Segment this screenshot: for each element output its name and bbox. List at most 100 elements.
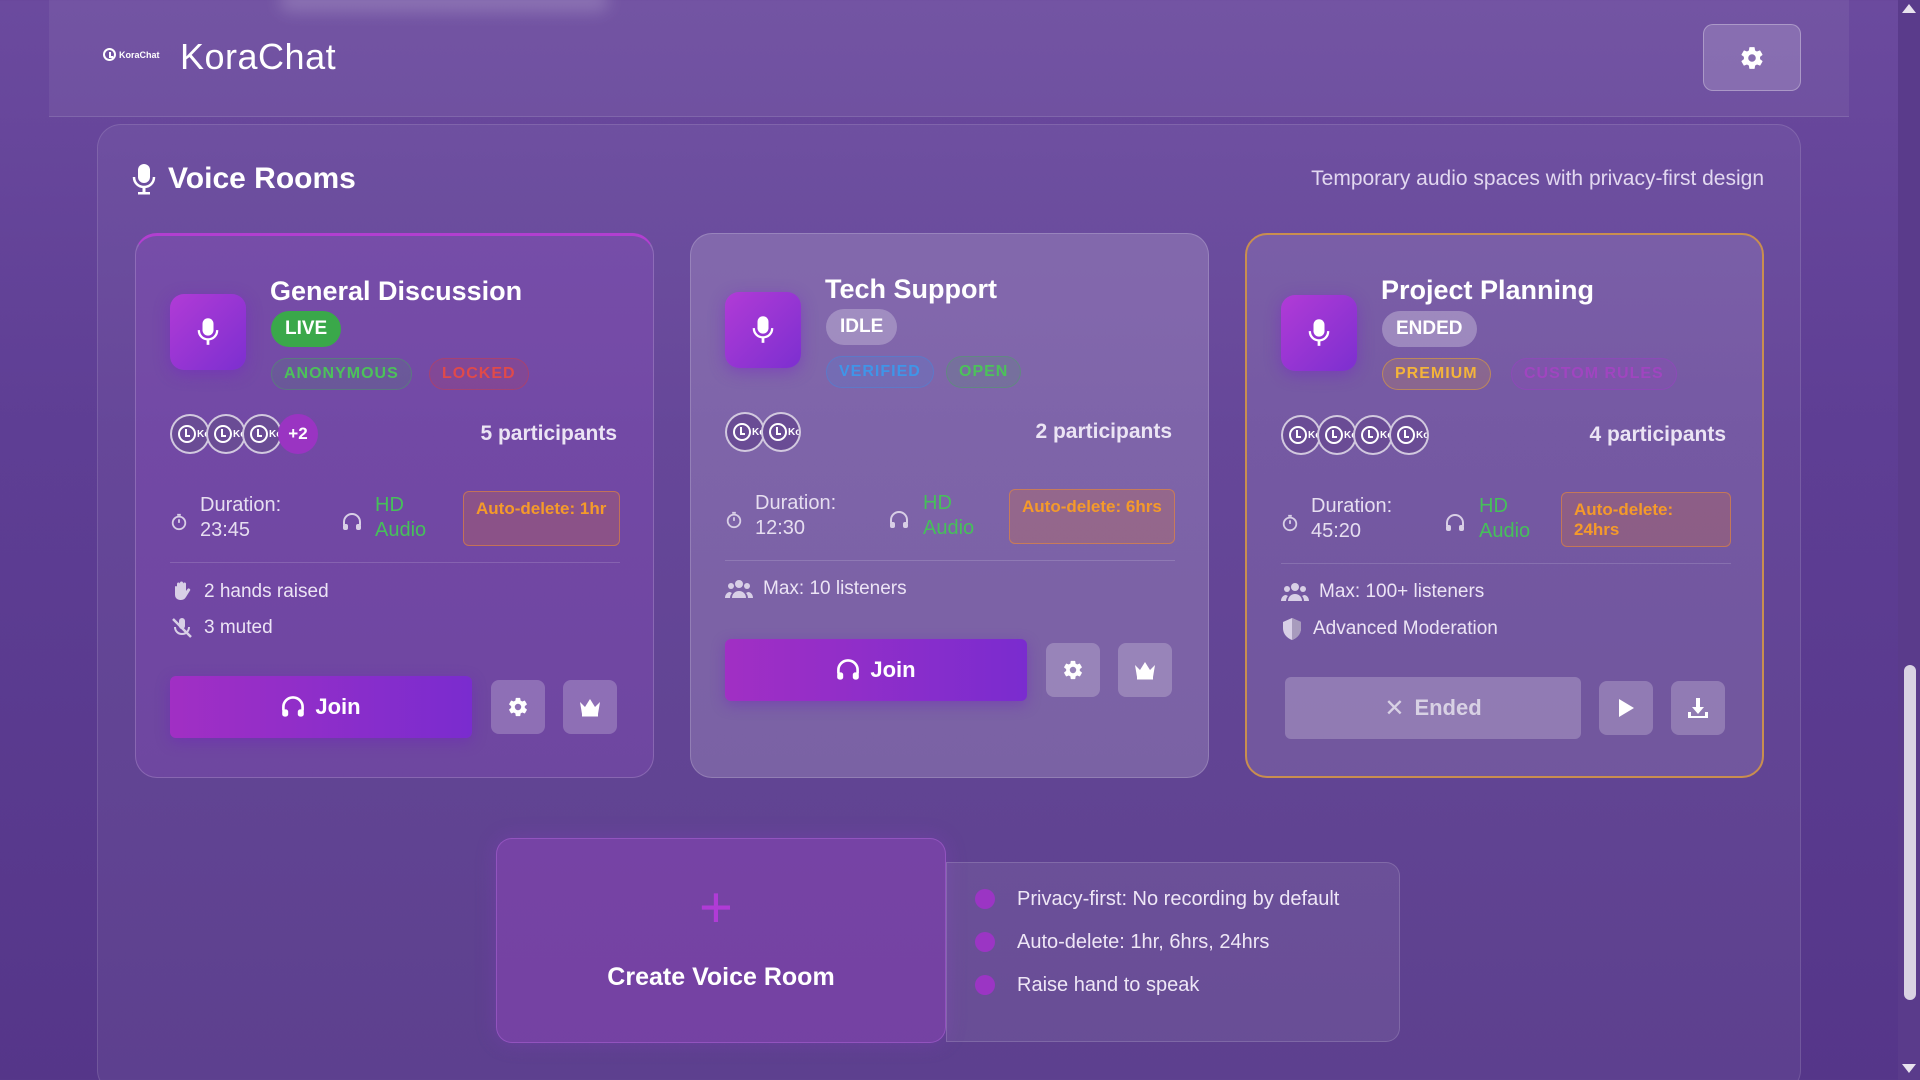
participant-avatars[interactable]: Ko Ko (725, 412, 801, 452)
privacy-shield-icon (975, 889, 995, 909)
user-icon (178, 425, 196, 443)
settings-button[interactable] (1703, 24, 1801, 91)
avatar: Ko (761, 412, 801, 452)
host-controls-button[interactable] (1118, 643, 1172, 697)
user-icon (1361, 426, 1379, 444)
download-button[interactable] (1671, 681, 1725, 735)
avatar: Ko (242, 414, 282, 454)
user-icon (1325, 426, 1343, 444)
scroll-up-arrow-icon[interactable] (1902, 4, 1916, 13)
ended-button[interactable]: ✕ Ended (1285, 677, 1581, 739)
users-icon (725, 580, 753, 598)
feature-advanced-moderation: Advanced Moderation (1281, 617, 1498, 641)
user-icon (1397, 426, 1415, 444)
participant-count: 5 participants (480, 422, 617, 445)
scrollbar-thumb[interactable] (1904, 665, 1916, 1000)
create-voice-room-label: Create Voice Room (607, 963, 835, 991)
participant-avatars[interactable]: Ko Ko Ko +2 (170, 414, 318, 454)
gear-icon (1064, 660, 1082, 680)
download-icon (1688, 698, 1708, 718)
room-mic-badge (170, 294, 246, 370)
gear-icon (509, 697, 527, 717)
room-meta: Duration: 45:20 HD Audio Auto-delete: 24h… (1281, 492, 1731, 554)
divider (170, 562, 620, 563)
mic-off-icon (172, 618, 192, 638)
room-card-general-discussion[interactable]: General Discussion LIVE ANONYMOUS LOCKED… (135, 233, 654, 778)
create-voice-room-button[interactable]: + Create Voice Room (496, 838, 946, 1043)
microphone-icon (197, 318, 219, 345)
plus-icon: + (699, 875, 733, 940)
tag-custom-rules: CUSTOM RULES (1511, 358, 1677, 390)
logo-icon (103, 48, 116, 61)
user-icon (214, 425, 232, 443)
avatar: Ko (170, 414, 210, 454)
timer-icon (171, 513, 187, 531)
room-mic-badge (725, 292, 801, 368)
user-icon (769, 423, 787, 441)
tag-anonymous: ANONYMOUS (271, 358, 412, 390)
room-name: Tech Support (825, 274, 997, 304)
tag-premium: PREMIUM (1382, 358, 1491, 390)
feature-max-listeners: Max: 100+ listeners (1281, 581, 1484, 603)
feature-muted: 3 muted (170, 616, 273, 640)
vertical-scrollbar[interactable] (1898, 0, 1920, 1080)
user-icon (733, 423, 751, 441)
host-controls-button[interactable] (563, 680, 617, 734)
privacy-info-panel: Privacy-first: No recording by default A… (946, 862, 1400, 1042)
play-icon (1619, 699, 1634, 717)
user-icon (250, 425, 268, 443)
duration: Duration: 23:45 (200, 494, 282, 541)
room-mic-badge (1281, 295, 1357, 371)
headphones-icon (837, 659, 860, 680)
participant-count: 4 participants (1589, 423, 1726, 446)
auto-delete-badge: Auto-delete: 6hrs (1009, 489, 1175, 544)
status-badge-idle: IDLE (826, 309, 898, 345)
play-recording-button[interactable] (1599, 681, 1653, 735)
room-meta: Duration: 12:30 HD Audio Auto-delete: 6hr… (725, 489, 1175, 551)
header-glow (279, 0, 609, 12)
participant-avatars[interactable]: Ko Ko Ko Ko (1281, 415, 1429, 455)
tag-locked: LOCKED (429, 358, 529, 390)
crown-icon (580, 699, 600, 717)
status-badge-live: LIVE (271, 311, 342, 347)
duration: Duration: 12:30 (755, 492, 837, 539)
room-settings-button[interactable] (1046, 643, 1100, 697)
join-button[interactable]: Join (170, 676, 472, 738)
room-card-project-planning[interactable]: Project Planning ENDED PREMIUM CUSTOM RU… (1245, 233, 1764, 778)
status-badge-ended: ENDED (1382, 311, 1477, 347)
audio-quality: HD Audio (923, 492, 975, 539)
section-title: Voice Rooms (168, 162, 356, 195)
app-logo[interactable]: KoraChat (103, 48, 160, 61)
audio-quality: HD Audio (375, 494, 427, 541)
microphone-icon (132, 164, 156, 195)
privacy-info-item: Raise hand to speak (1017, 974, 1200, 996)
headphones-icon (282, 696, 305, 717)
close-icon: ✕ (1384, 694, 1405, 722)
auto-delete-badge: Auto-delete: 1hr (463, 491, 620, 546)
clock-icon (975, 932, 995, 952)
join-button[interactable]: Join (725, 639, 1027, 701)
scroll-down-arrow-icon[interactable] (1902, 1064, 1916, 1073)
avatar: Ko (1281, 415, 1321, 455)
room-meta: Duration: 23:45 HD Audio Auto-delete: 1hr (170, 491, 620, 553)
microphone-icon (752, 316, 774, 343)
shield-icon (1283, 618, 1301, 640)
crown-icon (1135, 662, 1155, 680)
avatar: Ko (206, 414, 246, 454)
room-name: Project Planning (1381, 275, 1595, 305)
users-icon (1281, 583, 1309, 601)
gear-icon (1741, 46, 1763, 69)
section-subtitle: Temporary audio spaces with privacy-firs… (1311, 167, 1764, 190)
hand-icon (975, 975, 995, 995)
room-name: General Discussion (270, 276, 523, 306)
room-card-tech-support[interactable]: Tech Support IDLE VERIFIED OPEN Ko Ko 2 … (690, 233, 1209, 778)
headphones-icon (343, 513, 361, 530)
raised-hand-icon (175, 581, 191, 600)
privacy-info-item: Auto-delete: 1hr, 6hrs, 24hrs (1017, 931, 1270, 953)
room-settings-button[interactable] (491, 680, 545, 734)
timer-icon (726, 511, 742, 529)
duration: Duration: 45:20 (1311, 495, 1393, 542)
section-header: Voice Rooms (132, 162, 356, 196)
avatar: Ko (725, 412, 765, 452)
headphones-icon (890, 511, 908, 528)
